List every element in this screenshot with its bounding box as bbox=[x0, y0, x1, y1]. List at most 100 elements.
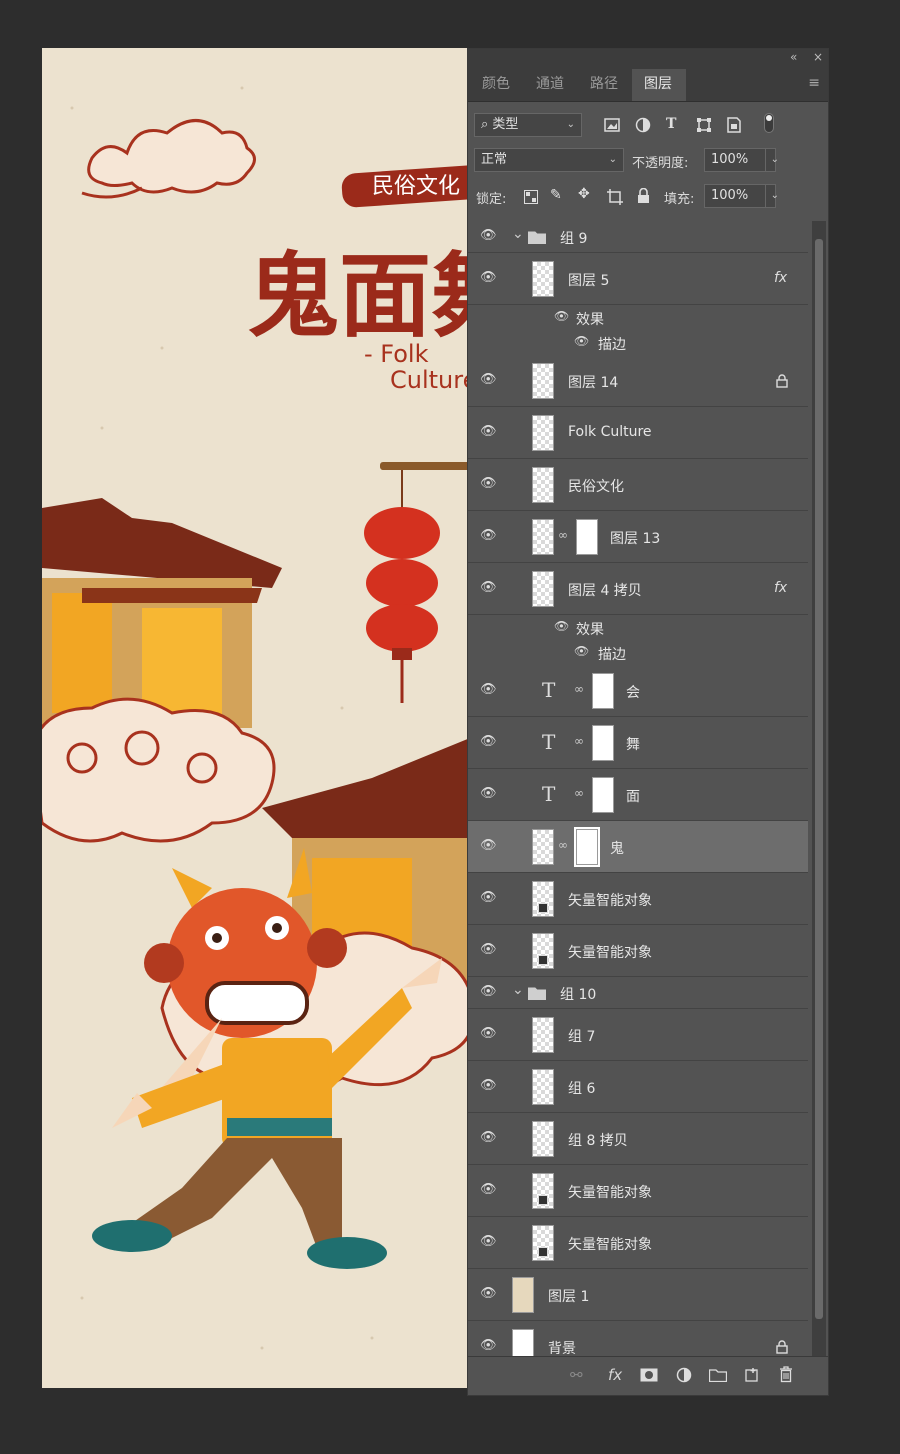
visibility-eye-icon[interactable]: 👁 bbox=[480, 528, 497, 543]
smart-object-filter-icon[interactable] bbox=[726, 116, 742, 134]
layer-row[interactable]: 👁 图层 14 bbox=[468, 355, 808, 407]
visibility-eye-icon[interactable]: 👁 bbox=[480, 1078, 497, 1093]
panel-menu-icon[interactable]: ≡ bbox=[808, 75, 820, 91]
delete-icon[interactable] bbox=[779, 1366, 793, 1383]
layer-row[interactable]: 👁 图层 1 bbox=[468, 1269, 808, 1321]
layer-row[interactable]: 👁 图层 5 fx bbox=[468, 253, 808, 305]
layer-group-row[interactable]: 👁 ⌄ 组 10 bbox=[468, 977, 808, 1009]
fx-icon[interactable]: fx bbox=[608, 1366, 622, 1384]
layer-row[interactable]: 👁 矢量智能对象 bbox=[468, 1217, 808, 1269]
layer-group-row[interactable]: 👁 ⌄ 组 9 bbox=[468, 221, 808, 253]
shape-filter-icon[interactable] bbox=[696, 117, 712, 133]
visibility-eye-icon[interactable]: 👁 bbox=[480, 682, 497, 697]
visibility-eye-icon[interactable]: 👁 bbox=[480, 228, 497, 243]
visibility-eye-icon[interactable]: 👁 bbox=[480, 838, 497, 853]
tab-paths[interactable]: 路径 bbox=[578, 69, 630, 101]
lock-transparent-icon[interactable] bbox=[524, 190, 538, 204]
lock-artboard-icon[interactable] bbox=[607, 189, 623, 205]
layer-row[interactable]: 👁 T ∞ 舞 bbox=[468, 717, 808, 769]
layer-mask-thumbnail[interactable] bbox=[574, 827, 600, 867]
visibility-eye-icon[interactable]: 👁 bbox=[480, 786, 497, 801]
mask-link-icon[interactable]: ∞ bbox=[558, 528, 568, 542]
layer-row[interactable]: 👁 背景 bbox=[468, 1321, 808, 1361]
layer-thumbnail[interactable] bbox=[532, 467, 554, 503]
effect-visibility-eye-icon[interactable]: 👁 bbox=[554, 619, 569, 633]
type-filter-icon[interactable]: T bbox=[666, 116, 676, 132]
effect-visibility-eye-icon[interactable]: 👁 bbox=[554, 309, 569, 323]
mask-link-icon[interactable]: ∞ bbox=[558, 838, 568, 852]
document-canvas[interactable]: 民俗文化 鬼面舞会 - Folk Culture bbox=[42, 48, 470, 1388]
layer-thumbnail[interactable] bbox=[532, 363, 554, 399]
layer-thumbnail[interactable] bbox=[532, 1017, 554, 1053]
new-layer-icon[interactable] bbox=[744, 1367, 760, 1383]
layer-mask-thumbnail[interactable] bbox=[576, 519, 598, 555]
layer-thumbnail[interactable] bbox=[512, 1277, 534, 1313]
layer-row[interactable]: 👁 矢量智能对象 bbox=[468, 873, 808, 925]
visibility-eye-icon[interactable]: 👁 bbox=[480, 1182, 497, 1197]
layer-row[interactable]: 👁 ∞ 图层 13 bbox=[468, 511, 808, 563]
layer-list-scrollbar[interactable] bbox=[812, 221, 826, 1361]
add-mask-icon[interactable] bbox=[640, 1368, 658, 1382]
layer-row[interactable]: 👁 图层 4 拷贝 fx bbox=[468, 563, 808, 615]
layer-thumbnail[interactable] bbox=[532, 1069, 554, 1105]
layer-list[interactable]: 👁 ⌄ 组 9 👁 图层 5 fx 👁 效果 👁 描边 👁 图层 14 👁 Folk Culture 👁 民俗… bbox=[468, 221, 808, 1361]
visibility-eye-icon[interactable]: 👁 bbox=[480, 580, 497, 595]
tab-channels[interactable]: 通道 bbox=[524, 69, 576, 101]
fill-input[interactable]: 100% ⌄ bbox=[704, 184, 779, 208]
layer-row[interactable]: 👁 民俗文化 bbox=[468, 459, 808, 511]
mask-link-icon[interactable]: ∞ bbox=[574, 786, 584, 800]
visibility-eye-icon[interactable]: 👁 bbox=[480, 942, 497, 957]
blend-mode-select[interactable]: 正常 ⌄ bbox=[474, 148, 624, 172]
effect-visibility-eye-icon[interactable]: 👁 bbox=[574, 644, 589, 658]
new-group-icon[interactable] bbox=[709, 1368, 727, 1382]
layer-effect-row[interactable]: 👁 描边 bbox=[468, 640, 808, 665]
tab-color[interactable]: 颜色 bbox=[470, 69, 522, 101]
layer-row[interactable]: 👁 组 6 bbox=[468, 1061, 808, 1113]
toggle-filter-icon[interactable] bbox=[764, 113, 774, 133]
image-filter-icon[interactable] bbox=[604, 118, 620, 132]
visibility-eye-icon[interactable]: 👁 bbox=[480, 1130, 497, 1145]
visibility-eye-icon[interactable]: 👁 bbox=[480, 476, 497, 491]
visibility-eye-icon[interactable]: 👁 bbox=[480, 1286, 497, 1301]
effect-visibility-eye-icon[interactable]: 👁 bbox=[574, 334, 589, 348]
lock-pixels-icon[interactable]: ✎ bbox=[550, 187, 562, 203]
layer-row[interactable]: 👁 矢量智能对象 bbox=[468, 1165, 808, 1217]
fx-badge-icon[interactable]: fx bbox=[774, 580, 787, 596]
link-layers-icon[interactable]: ⚯ bbox=[570, 1366, 583, 1384]
close-icon[interactable]: × bbox=[813, 50, 823, 64]
layer-row[interactable]: 👁 Folk Culture bbox=[468, 407, 808, 459]
layer-row[interactable]: 👁 ∞ 鬼 bbox=[468, 821, 808, 873]
lock-position-icon[interactable]: ✥ bbox=[578, 186, 590, 202]
layer-row[interactable]: 👁 T ∞ 面 bbox=[468, 769, 808, 821]
opacity-input[interactable]: 100% ⌄ bbox=[704, 148, 779, 172]
visibility-eye-icon[interactable]: 👁 bbox=[480, 984, 497, 999]
layer-thumbnail[interactable] bbox=[532, 571, 554, 607]
collapse-icon[interactable]: « bbox=[790, 50, 797, 64]
filter-kind-select[interactable]: ⌕ 类型 ⌄ bbox=[474, 113, 582, 137]
visibility-eye-icon[interactable]: 👁 bbox=[480, 424, 497, 439]
visibility-eye-icon[interactable]: 👁 bbox=[480, 734, 497, 749]
layer-mask-thumbnail[interactable] bbox=[592, 777, 614, 813]
layer-effect-row[interactable]: 👁 效果 bbox=[468, 615, 808, 640]
visibility-eye-icon[interactable]: 👁 bbox=[480, 1234, 497, 1249]
visibility-eye-icon[interactable]: 👁 bbox=[480, 372, 497, 387]
layer-mask-thumbnail[interactable] bbox=[592, 725, 614, 761]
layer-thumbnail[interactable] bbox=[532, 261, 554, 297]
mask-link-icon[interactable]: ∞ bbox=[574, 734, 584, 748]
adjustment-filter-icon[interactable] bbox=[635, 117, 651, 133]
adjustment-layer-icon[interactable] bbox=[676, 1367, 692, 1383]
layer-thumbnail[interactable] bbox=[532, 1121, 554, 1157]
layer-mask-thumbnail[interactable] bbox=[592, 673, 614, 709]
group-expand-chevron-icon[interactable]: ⌄ bbox=[512, 982, 524, 998]
mask-link-icon[interactable]: ∞ bbox=[574, 682, 584, 696]
visibility-eye-icon[interactable]: 👁 bbox=[480, 1026, 497, 1041]
layer-row[interactable]: 👁 组 7 bbox=[468, 1009, 808, 1061]
layer-row[interactable]: 👁 矢量智能对象 bbox=[468, 925, 808, 977]
lock-all-icon[interactable] bbox=[637, 188, 650, 204]
tab-layers[interactable]: 图层 bbox=[632, 69, 686, 101]
layer-thumbnail[interactable] bbox=[532, 519, 554, 555]
visibility-eye-icon[interactable]: 👁 bbox=[480, 270, 497, 285]
layer-row[interactable]: 👁 T ∞ 会 bbox=[468, 665, 808, 717]
layer-thumbnail[interactable] bbox=[532, 829, 554, 865]
layer-effect-row[interactable]: 👁 效果 bbox=[468, 305, 808, 330]
